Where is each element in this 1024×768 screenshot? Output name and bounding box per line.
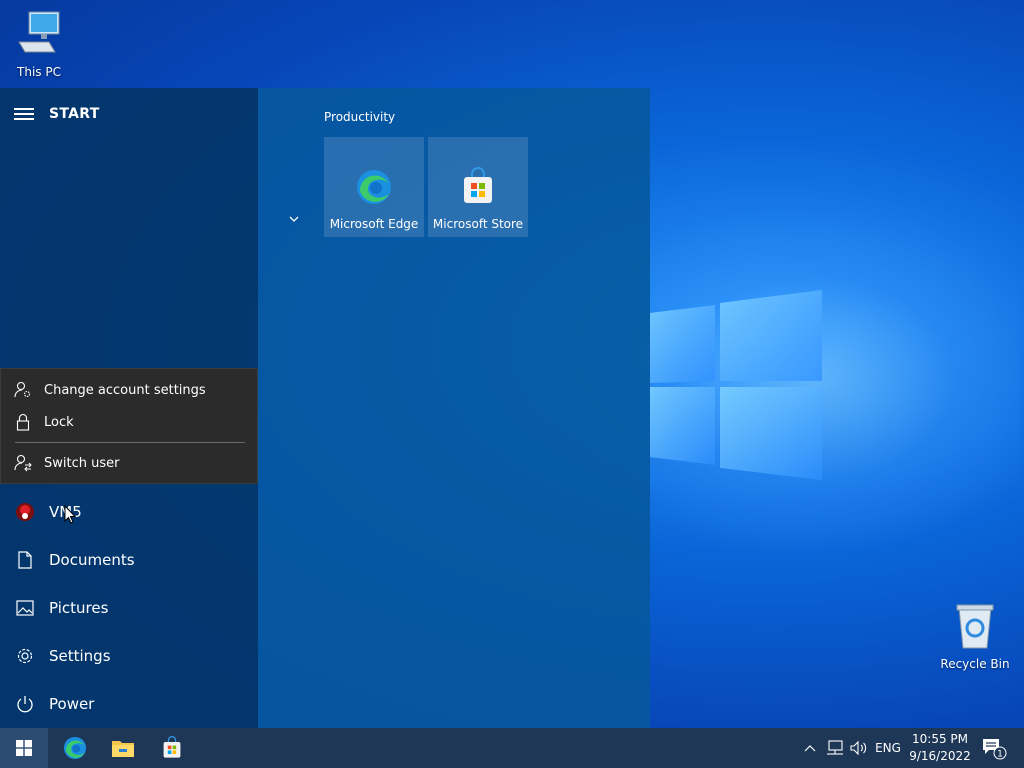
desktop-icon-this-pc[interactable]: This PC (1, 10, 77, 79)
document-icon (15, 550, 35, 570)
desktop-icon-label: Recycle Bin (940, 657, 1010, 671)
user-avatar-icon (15, 502, 35, 522)
start-button[interactable] (0, 728, 48, 768)
taskbar-file-explorer-button[interactable] (99, 728, 147, 768)
nav-item-pictures[interactable]: Pictures (0, 586, 258, 630)
mouse-cursor-icon (64, 505, 76, 524)
menu-item-label: Lock (44, 414, 74, 430)
nav-item-power[interactable]: Power (0, 682, 258, 726)
show-hidden-icons-button[interactable] (800, 728, 820, 768)
menu-item-label: Change account settings (44, 382, 206, 398)
tile-group-title[interactable]: Productivity (324, 110, 395, 124)
gear-icon (15, 646, 35, 666)
network-icon (827, 740, 843, 755)
account-flyout-menu: Change account settings Lock Switch user (0, 368, 258, 484)
start-icon (16, 740, 32, 756)
chevron-up-icon (804, 745, 816, 752)
recycle-bin-icon (956, 604, 994, 649)
menu-item-change-account-settings[interactable]: Change account settings (1, 375, 257, 405)
volume-button[interactable] (848, 728, 870, 768)
notification-icon: 1 (983, 739, 1007, 760)
edge-icon (63, 736, 87, 760)
tile-label: Microsoft Edge (329, 217, 419, 231)
clock-button[interactable]: 10:55 PM 9/16/2022 (905, 731, 975, 765)
store-icon (464, 167, 492, 203)
nav-item-user-account[interactable]: VM5 (0, 490, 258, 534)
menu-item-switch-user[interactable]: Switch user (1, 448, 257, 478)
start-menu-tiles-pane: Productivity Microsoft Edge Microsoft St… (258, 88, 650, 728)
nav-item-label: Settings (49, 647, 111, 665)
volume-icon (850, 740, 867, 756)
nav-item-label: Power (49, 695, 95, 713)
hamburger-menu-button[interactable] (14, 108, 34, 120)
desktop-icon-recycle-bin[interactable]: Recycle Bin (937, 602, 1013, 671)
power-icon (15, 694, 35, 714)
taskbar-store-button[interactable] (148, 728, 196, 768)
clock-date: 9/16/2022 (909, 749, 971, 763)
menu-separator (15, 442, 245, 443)
start-title: START (49, 106, 100, 122)
user-settings-icon (14, 381, 32, 399)
network-button[interactable] (824, 728, 846, 768)
store-icon (163, 736, 181, 758)
tile-microsoft-edge[interactable]: Microsoft Edge (324, 137, 424, 237)
input-language-button[interactable]: ENG (872, 728, 904, 768)
chevron-down-icon[interactable] (288, 214, 300, 224)
tile-label: Microsoft Store (432, 217, 524, 231)
desktop-icon-label: This PC (17, 65, 61, 79)
file-explorer-icon (112, 741, 134, 757)
tile-microsoft-store[interactable]: Microsoft Store (428, 137, 528, 237)
nav-item-settings[interactable]: Settings (0, 634, 258, 678)
menu-item-lock[interactable]: Lock (1, 407, 257, 437)
lock-icon (14, 413, 32, 431)
switch-user-icon (14, 454, 32, 472)
computer-icon (18, 11, 60, 53)
action-center-button[interactable]: 1 (978, 728, 1010, 768)
nav-item-label: Pictures (49, 599, 109, 617)
nav-item-documents[interactable]: Documents (0, 538, 258, 582)
menu-item-label: Switch user (44, 455, 120, 471)
edge-icon (357, 170, 391, 204)
notification-count: 1 (997, 750, 1003, 760)
taskbar-edge-button[interactable] (51, 728, 99, 768)
taskbar: ENG 10:55 PM 9/16/2022 1 (0, 728, 1024, 768)
clock-time: 10:55 PM (912, 732, 968, 746)
nav-item-label: Documents (49, 551, 135, 569)
pictures-icon (15, 598, 35, 618)
windows-wallpaper-logo (650, 290, 822, 480)
